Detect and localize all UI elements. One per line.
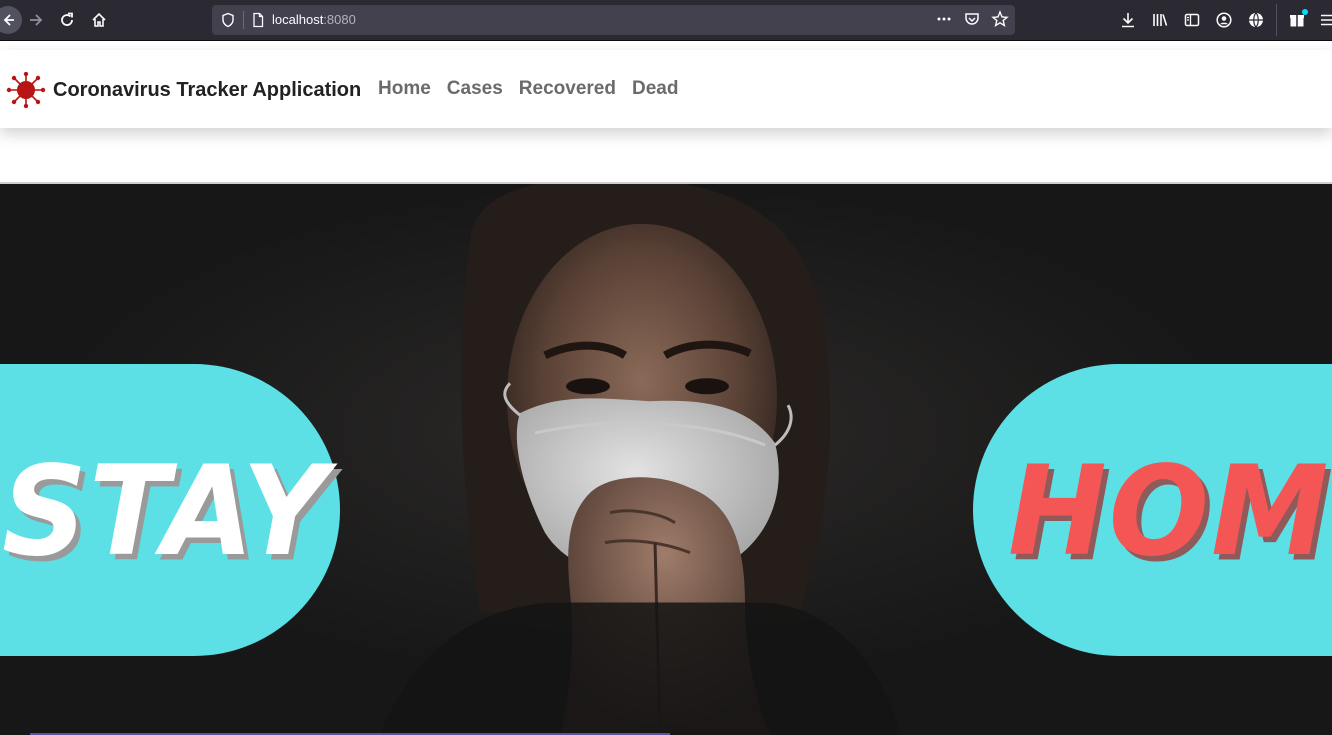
toolbar-divider <box>1276 4 1277 36</box>
notification-badge <box>1302 9 1308 15</box>
nav-link-dead[interactable]: Dead <box>632 78 678 100</box>
menu-hamburger-icon[interactable] <box>1318 11 1332 29</box>
forward-arrow-icon[interactable] <box>24 8 48 32</box>
site-navbar: Coronavirus Tracker Application Home Cas… <box>0 50 1332 128</box>
virus-logo-icon <box>6 72 46 108</box>
brand[interactable]: Coronavirus Tracker Application <box>6 72 361 108</box>
bookmark-star-icon[interactable] <box>991 10 1009 28</box>
hero-banner: STAY HOME <box>0 182 1332 735</box>
sidebar-icon[interactable] <box>1183 11 1201 29</box>
extensions-gift-icon[interactable] <box>1288 9 1308 29</box>
downloads-icon[interactable] <box>1119 11 1137 29</box>
page-info-icon[interactable] <box>250 12 266 28</box>
address-bar[interactable]: localhost:8080 <box>212 5 1015 35</box>
pocket-icon[interactable] <box>963 10 981 28</box>
home-text: HOME <box>1008 438 1332 584</box>
globe-icon[interactable] <box>1247 11 1265 29</box>
url-text[interactable]: localhost:8080 <box>272 12 356 27</box>
nav-links: Home Cases Recovered Dead <box>378 78 678 100</box>
nav-link-home[interactable]: Home <box>378 78 431 100</box>
more-actions-icon[interactable] <box>935 10 953 28</box>
nav-link-recovered[interactable]: Recovered <box>519 78 616 100</box>
back-arrow-icon[interactable] <box>0 6 22 34</box>
home-icon[interactable] <box>87 8 111 32</box>
reload-icon[interactable] <box>55 8 79 32</box>
divider <box>243 11 244 29</box>
stay-text: STAY <box>2 438 330 584</box>
library-icon[interactable] <box>1151 11 1169 29</box>
brand-title[interactable]: Coronavirus Tracker Application <box>53 79 361 102</box>
tracking-shield-icon[interactable] <box>220 12 236 28</box>
nav-link-cases[interactable]: Cases <box>447 78 503 100</box>
browser-toolbar: localhost:8080 <box>0 0 1332 41</box>
account-icon[interactable] <box>1215 11 1233 29</box>
